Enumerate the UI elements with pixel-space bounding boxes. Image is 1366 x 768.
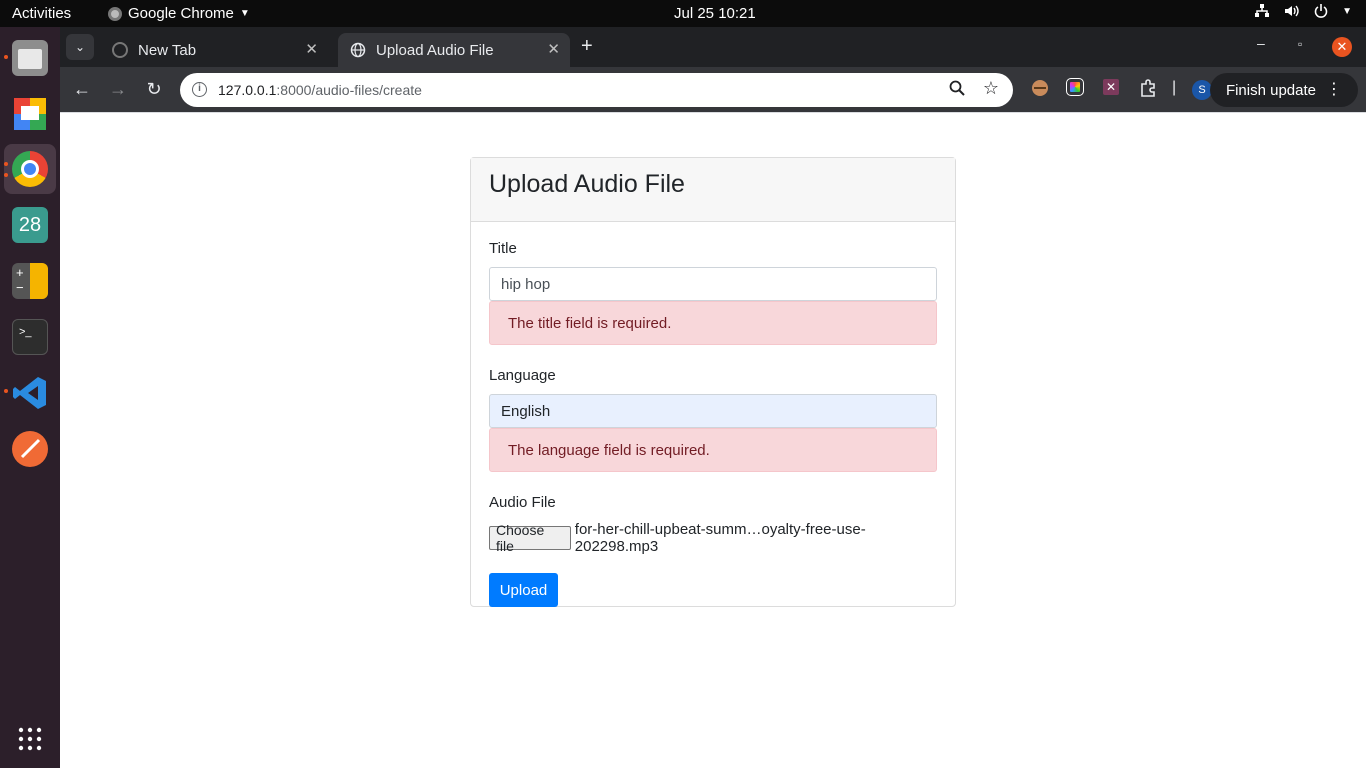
back-icon[interactable]: ←	[71, 79, 93, 100]
language-label: Language	[489, 367, 556, 384]
tab-upload-audio-file[interactable]: Upload Audio File ✕	[338, 33, 570, 67]
vscode-icon[interactable]	[12, 375, 48, 411]
calendar-icon[interactable]: 28	[12, 207, 48, 243]
running-indicator	[4, 55, 8, 59]
activities-button[interactable]: Activities	[12, 5, 71, 22]
reload-icon[interactable]: ↻	[143, 79, 165, 100]
close-tab-icon[interactable]: ✕	[305, 40, 318, 58]
calendar-day: 28	[18, 214, 42, 236]
finish-update-button[interactable]: Finish update ⋮	[1209, 73, 1358, 107]
chrome-icon	[108, 6, 122, 21]
network-icon	[1255, 4, 1270, 17]
plus-minus-glyph: + −	[16, 265, 24, 295]
upload-form-card: Upload Audio File Title hip hop The titl…	[470, 157, 956, 607]
page-title: Upload Audio File	[489, 170, 685, 198]
audio-file-input: Choose file for-her-chill-upbeat-summ…oy…	[489, 521, 937, 555]
caret-down-icon: ▼	[1342, 5, 1352, 17]
clock[interactable]: Jul 25 10:21	[674, 5, 756, 22]
tab-search-button[interactable]: ⌄	[66, 34, 94, 60]
chrome-icon[interactable]	[12, 151, 48, 187]
maximize-icon[interactable]: ▫	[1298, 37, 1302, 51]
google-chat-icon[interactable]	[12, 96, 48, 132]
system-top-bar: Activities Google Chrome ▼ Jul 25 10:21 …	[0, 0, 1366, 27]
chevron-down-icon: ⌄	[74, 40, 86, 54]
app-menu[interactable]: Google Chrome ▼	[108, 5, 250, 22]
address-bar[interactable]: i 127.0.0.1:8000/audio-files/create ☆	[180, 73, 1013, 107]
close-tab-icon[interactable]: ✕	[547, 40, 560, 58]
terminal-icon[interactable]: >_	[12, 319, 48, 355]
calculator-icon[interactable]: + −	[12, 263, 48, 299]
running-indicator	[4, 162, 8, 166]
forward-icon[interactable]: →	[107, 79, 129, 100]
files-icon[interactable]	[12, 40, 48, 76]
browser-toolbar: ← → ↻ i 127.0.0.1:8000/audio-files/creat…	[60, 67, 1366, 113]
selected-file-name: for-her-chill-upbeat-summ…oyalty-free-us…	[574, 521, 866, 555]
audio-file-label: Audio File	[489, 494, 556, 511]
choose-file-button[interactable]: Choose file	[489, 522, 571, 554]
running-indicator	[4, 389, 8, 393]
system-tray[interactable]: ▼	[1254, 4, 1352, 18]
chrome-favicon-icon	[112, 42, 128, 58]
upload-button[interactable]: Upload	[489, 573, 558, 607]
dock: 28 + − >_	[0, 27, 60, 768]
extensions-puzzle-icon[interactable]	[1139, 79, 1157, 102]
card-header: Upload Audio File	[471, 158, 955, 222]
tab-title: New Tab	[138, 41, 197, 59]
title-label: Title	[489, 240, 517, 257]
title-input[interactable]: hip hop	[489, 267, 937, 301]
bookmark-star-icon[interactable]: ☆	[983, 78, 999, 99]
power-icon	[1314, 4, 1328, 18]
minimize-icon[interactable]: –	[1257, 35, 1265, 51]
postman-icon[interactable]	[12, 431, 48, 467]
url-path: :8000/audio-files/create	[276, 82, 422, 98]
volume-icon	[1285, 5, 1299, 17]
finish-update-label: Finish update	[1225, 81, 1316, 99]
tab-title: Upload Audio File	[376, 41, 494, 59]
kebab-menu-icon: ⋮	[1326, 81, 1342, 98]
color-picker-extension-icon[interactable]	[1066, 78, 1084, 96]
toolbar-divider: |	[1172, 79, 1177, 96]
show-applications-icon[interactable]	[18, 727, 42, 751]
tab-strip: ⌄ New Tab ✕ Upload Audio File ✕ + – ▫ ✕	[60, 27, 1366, 67]
site-info-icon[interactable]: i	[192, 82, 207, 97]
running-indicator	[4, 173, 8, 177]
title-error-alert: The title field is required.	[489, 301, 937, 345]
globe-icon	[350, 42, 366, 58]
x-extension-icon[interactable]: ✕	[1103, 79, 1119, 95]
url-host: 127.0.0.1	[218, 82, 277, 98]
zoom-icon[interactable]	[949, 80, 965, 99]
caret-down-icon: ▼	[239, 8, 250, 19]
close-window-icon[interactable]: ✕	[1332, 37, 1352, 57]
new-tab-icon[interactable]: +	[581, 35, 593, 58]
tab-new-tab[interactable]: New Tab ✕	[100, 33, 328, 67]
upload-form: Title hip hop The title field is require…	[471, 222, 955, 625]
app-menu-label: Google Chrome	[128, 5, 234, 22]
language-select[interactable]: English	[489, 394, 937, 428]
language-error-alert: The language field is required.	[489, 428, 937, 472]
extension-avatar-icon[interactable]	[1031, 79, 1049, 102]
